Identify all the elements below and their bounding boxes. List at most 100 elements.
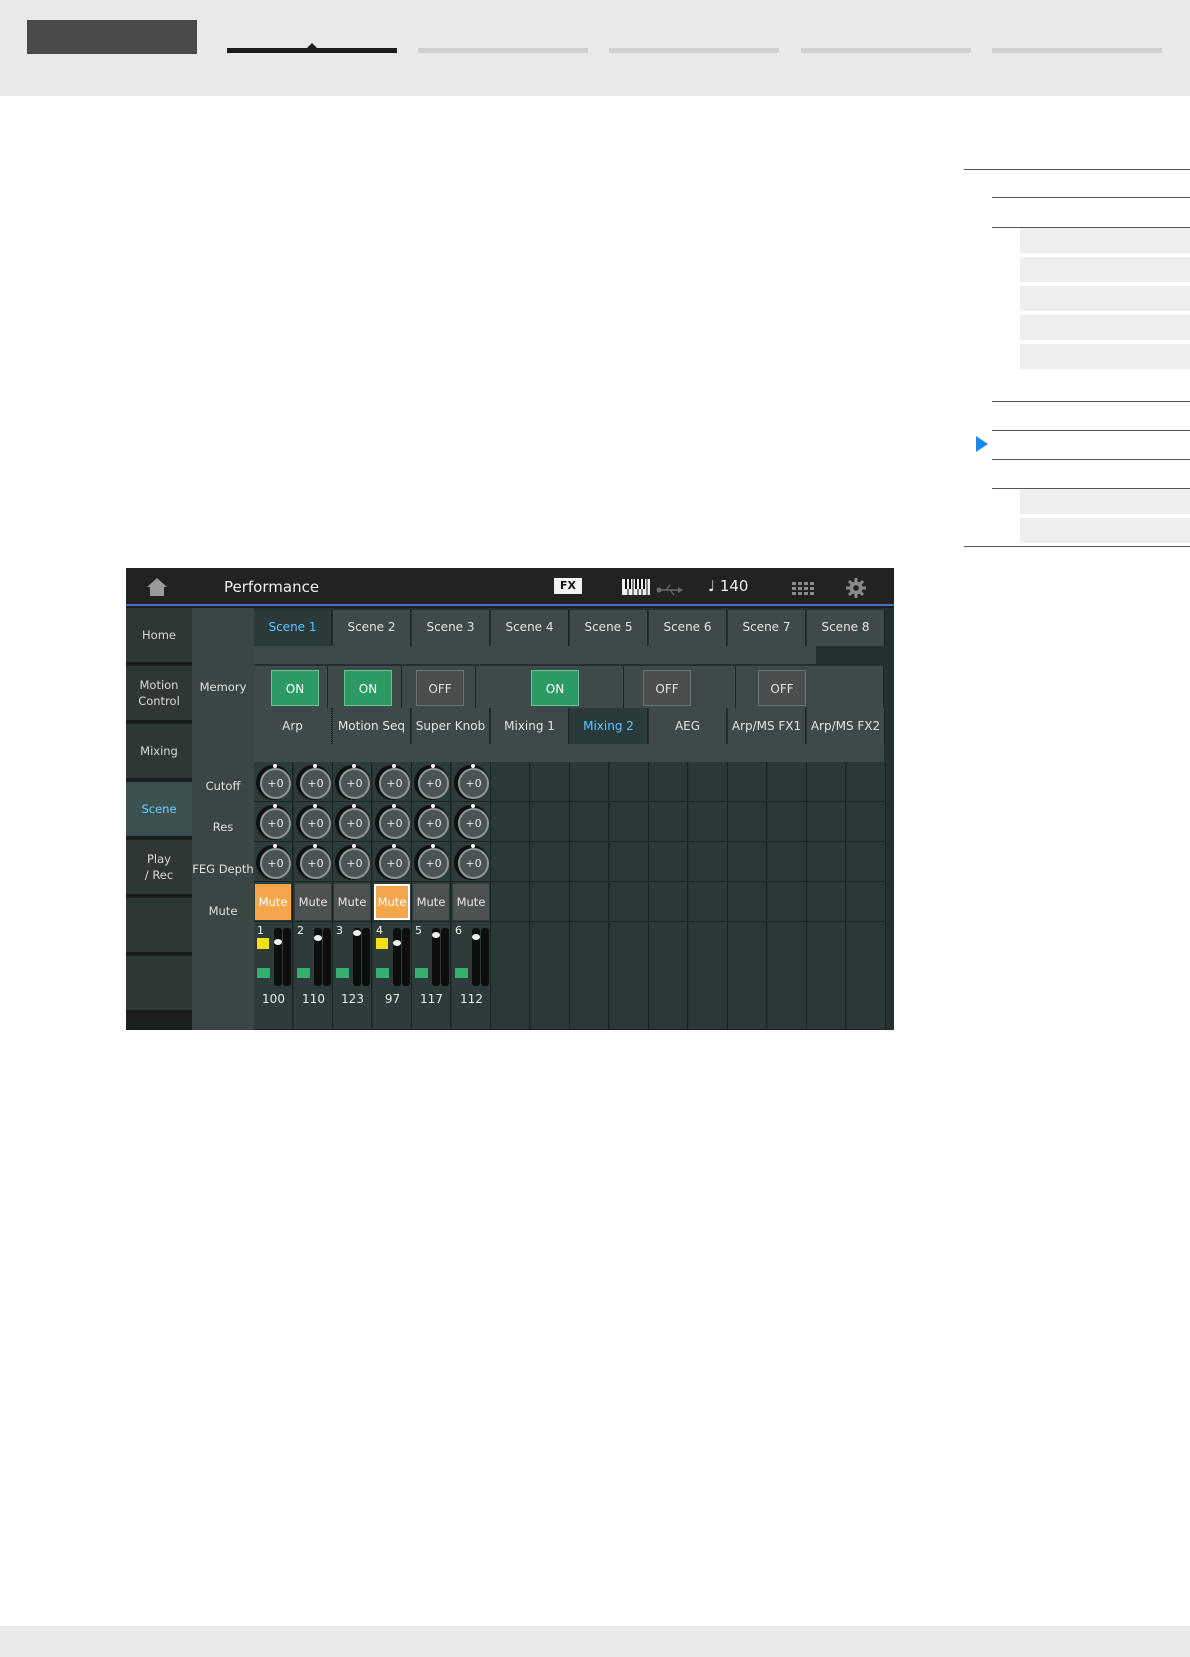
toc-item[interactable] [1020,257,1190,283]
volume-fader[interactable] [393,928,401,986]
cutoff-cell-part-2[interactable]: +0 [294,762,333,802]
feg-cell-part-1[interactable]: +0 [254,842,293,882]
mute-button-part-2[interactable]: Mute [295,884,331,920]
cutoff-cell-part-4[interactable]: +0 [373,762,412,802]
part-cell-part-6[interactable]: 6 112 [452,922,491,1030]
mute-button-part-1[interactable]: Mute [255,884,291,920]
cutoff-cell-part-6[interactable]: +0 [452,762,491,802]
toc-item[interactable] [1020,344,1190,370]
toc-item[interactable] [1020,286,1190,312]
memory-button-1[interactable]: ON [271,670,319,706]
gear-icon[interactable] [846,578,866,602]
res-cell-part-2[interactable]: +0 [294,802,333,842]
scene-tab-5[interactable]: Scene 5 [570,610,648,646]
scene-tab-1[interactable]: Scene 1 [254,610,332,646]
volume-fader[interactable] [274,928,282,986]
toc-item[interactable] [1020,489,1190,515]
memory-button-2[interactable]: ON [344,670,392,706]
toc-item[interactable] [1020,228,1190,254]
fader-handle[interactable] [353,930,361,936]
nav-empty-1[interactable] [126,898,192,954]
nav-mixing[interactable]: Mixing [126,724,192,780]
part-cell-part-5[interactable]: 5 117 [412,922,451,1030]
mute-cell-part-6[interactable]: Mute [452,882,491,922]
home-icon[interactable] [146,577,168,597]
feg-cell-part-2[interactable]: +0 [294,842,333,882]
header-tab-5[interactable] [992,48,1162,53]
feg-cell-part-5[interactable]: +0 [412,842,451,882]
fader-handle[interactable] [274,939,282,945]
res-cell-part-4[interactable]: +0 [373,802,412,842]
empty-cell [491,882,530,922]
feg-cell-part-6[interactable]: +0 [452,842,491,882]
category-tab-super-knob[interactable]: Super Knob [412,708,490,744]
nav-motion-control[interactable]: Motion Control [126,666,192,722]
cutoff-cell-part-1[interactable]: +0 [254,762,293,802]
category-tab-mixing-1[interactable]: Mixing 1 [491,708,569,744]
mute-button-part-4[interactable]: Mute [374,884,410,920]
category-tab-motion-seq[interactable]: Motion Seq [333,708,411,744]
empty-cell [649,802,688,842]
mute-button-part-3[interactable]: Mute [334,884,370,920]
res-cell-part-1[interactable]: +0 [254,802,293,842]
mute-cell-part-4[interactable]: Mute [373,882,412,922]
fader-handle[interactable] [472,934,480,940]
memory-button-4[interactable]: ON [531,670,579,706]
fader-handle[interactable] [314,935,322,941]
nav-empty-2[interactable] [126,956,192,1012]
volume-fader[interactable] [353,928,361,986]
part-cell-part-4[interactable]: 4 97 [373,922,412,1030]
mute-cell-part-3[interactable]: Mute [333,882,372,922]
tempo-readout[interactable]: ♩ 140 [708,577,748,595]
knob-indicator-icon [392,844,396,848]
feg-cell-part-3[interactable]: +0 [333,842,372,882]
memory-button-5[interactable]: OFF [643,670,691,706]
volume-fader[interactable] [472,928,480,986]
mute-button-part-6[interactable]: Mute [453,884,489,920]
nav-label: Play / Rec [144,852,174,882]
cutoff-cell-part-5[interactable]: +0 [412,762,451,802]
res-cell-part-3[interactable]: +0 [333,802,372,842]
scene-tab-6[interactable]: Scene 6 [649,610,727,646]
scene-tab-2[interactable]: Scene 2 [333,610,411,646]
nav-home[interactable]: Home [126,608,192,664]
volume-fader[interactable] [432,928,440,986]
category-tab-aeg[interactable]: AEG [649,708,727,744]
grid-icon[interactable] [792,581,814,600]
mute-button-part-5[interactable]: Mute [413,884,449,920]
cutoff-cell-part-3[interactable]: +0 [333,762,372,802]
empty-cell [768,922,807,1030]
scene-tab-8[interactable]: Scene 8 [807,610,885,646]
mute-cell-part-1[interactable]: Mute [254,882,293,922]
fader-handle[interactable] [432,932,440,938]
memory-button-3[interactable]: OFF [416,670,464,706]
nav-play-rec[interactable]: Play / Rec [126,840,192,896]
feg-cell-part-4[interactable]: +0 [373,842,412,882]
res-cell-part-6[interactable]: +0 [452,802,491,842]
toc-item[interactable] [1020,518,1190,544]
fader-handle[interactable] [393,940,401,946]
category-tab-arp[interactable]: Arp [254,708,332,744]
header-tab-1[interactable] [227,43,397,53]
header-tab-2[interactable] [418,48,588,53]
fx-badge[interactable]: FX [554,578,582,594]
category-tab-arp-ms-fx2[interactable]: Arp/MS FX2 [807,708,885,744]
mute-cell-part-5[interactable]: Mute [412,882,451,922]
category-tab-mixing-2[interactable]: Mixing 2 [570,708,648,744]
part-cell-part-3[interactable]: 3 123 [333,922,372,1030]
empty-cell [689,842,728,882]
scene-tab-4[interactable]: Scene 4 [491,610,569,646]
toc-item[interactable] [1020,315,1190,341]
scene-tab-7[interactable]: Scene 7 [728,610,806,646]
header-tab-3[interactable] [609,48,779,53]
category-tab-arp-ms-fx1[interactable]: Arp/MS FX1 [728,708,806,744]
res-cell-part-5[interactable]: +0 [412,802,451,842]
scene-tab-3[interactable]: Scene 3 [412,610,490,646]
part-cell-part-2[interactable]: 2 110 [294,922,333,1030]
nav-scene[interactable]: Scene [126,782,192,838]
part-cell-part-1[interactable]: 1 100 [254,922,293,1030]
volume-fader[interactable] [314,928,322,986]
mute-cell-part-2[interactable]: Mute [294,882,333,922]
memory-button-6[interactable]: OFF [758,670,806,706]
header-tab-4[interactable] [801,48,971,53]
